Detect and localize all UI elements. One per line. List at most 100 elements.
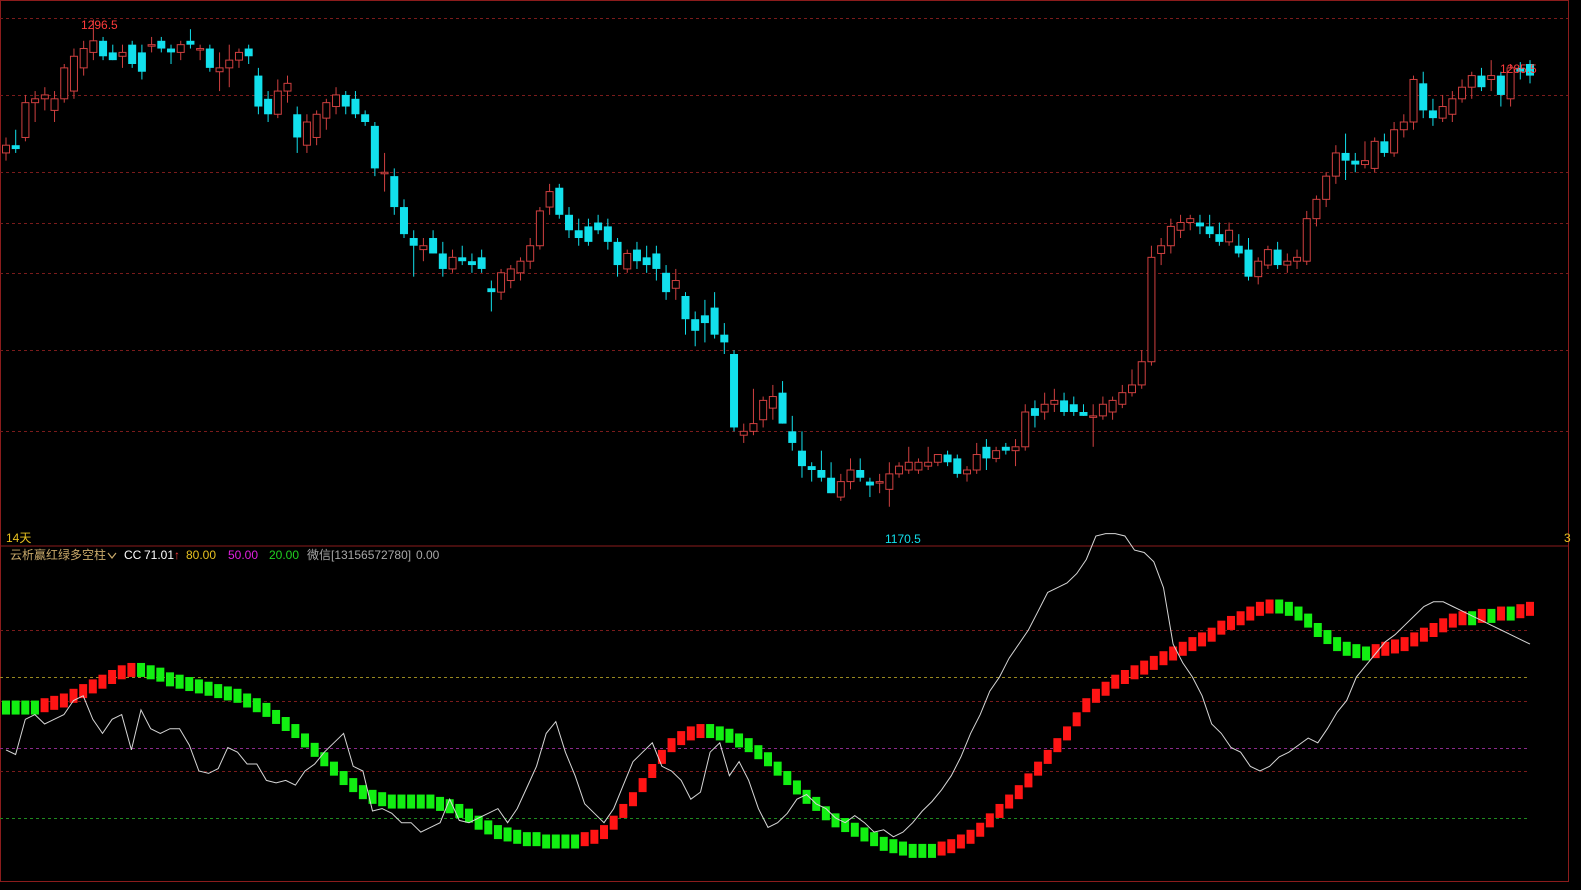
- candle-body: [1360, 160, 1369, 166]
- candle-body: [69, 55, 78, 92]
- candle-body: [79, 48, 88, 69]
- indicator-block-133: [1284, 601, 1293, 616]
- candle-body: [1438, 106, 1447, 119]
- chevron-down-icon[interactable]: [107, 552, 117, 559]
- candle-body: [60, 67, 69, 100]
- indicator-legend: 云析赢红绿多空柱 CC 71.01 ↑ 80.00 50.00 20.00 微信…: [10, 547, 440, 562]
- candle-body: [1166, 225, 1175, 247]
- candle-59: [574, 218, 583, 246]
- candle-body: [467, 261, 476, 266]
- candle-body: [972, 454, 981, 471]
- candle-body: [914, 461, 923, 471]
- candle-body: [768, 396, 777, 409]
- candle-body: [594, 222, 603, 231]
- indicator-block-12: [117, 665, 126, 680]
- candle-0: [2, 137, 10, 161]
- indicator-block-43: [416, 794, 425, 809]
- indicator-block-88: [850, 822, 859, 837]
- indicator-block-1: [11, 700, 20, 715]
- candle-72: [700, 299, 709, 343]
- candle-26: [254, 67, 263, 115]
- candle-132: [1283, 253, 1292, 273]
- candle-body: [399, 207, 408, 235]
- indicator-block-64: [619, 803, 628, 818]
- candle-body: [332, 94, 341, 108]
- indicator-block-101: [976, 822, 985, 837]
- candle-body: [895, 465, 904, 475]
- candle-body: [1108, 399, 1117, 413]
- candle-body: [1186, 218, 1195, 224]
- indicator-block-19: [185, 677, 194, 692]
- indicator-block-66: [638, 778, 647, 793]
- indicator-block-90: [870, 832, 879, 847]
- candle-body: [1390, 129, 1399, 154]
- candle-body: [1467, 75, 1476, 88]
- indicator-block-157: [1516, 604, 1525, 619]
- indicator-block-109: [1053, 738, 1062, 753]
- candle-128: [1244, 238, 1253, 281]
- candle-39: [380, 152, 389, 192]
- candle-66: [642, 245, 651, 273]
- indicator-block-156: [1506, 606, 1515, 621]
- candle-body: [283, 82, 292, 92]
- candle-33: [322, 98, 331, 130]
- indicator-block-16: [156, 667, 165, 682]
- candle-19: [186, 29, 195, 49]
- indicator-block-17: [165, 672, 174, 687]
- candle-body: [118, 51, 127, 57]
- candle-103: [1001, 442, 1010, 455]
- indicator-block-0: [2, 700, 10, 715]
- indicator-block-106: [1024, 773, 1033, 788]
- indicator-block-89: [860, 827, 869, 842]
- candle-body: [429, 238, 438, 254]
- indicator-block-135: [1304, 613, 1313, 628]
- candle-body: [1322, 175, 1331, 200]
- candle-body: [1069, 404, 1078, 412]
- indicator-block-148: [1429, 623, 1438, 637]
- candle-142: [1380, 133, 1389, 157]
- candle-body: [176, 44, 185, 53]
- candle-body: [992, 450, 1001, 459]
- candle-body: [1409, 78, 1418, 123]
- candle-28: [273, 79, 282, 119]
- candle-body: [1448, 98, 1457, 115]
- candle-102: [992, 446, 1001, 463]
- candle-56: [545, 183, 554, 215]
- indicator-name[interactable]: 云析赢红绿多空柱: [10, 547, 106, 562]
- indicator-block-24: [233, 688, 242, 703]
- indicator-block-70: [677, 731, 686, 746]
- indicator-block-134: [1294, 606, 1303, 621]
- candle-body: [409, 238, 418, 246]
- candle-body: [574, 230, 583, 238]
- candle-74: [720, 323, 729, 354]
- candle-body: [1244, 249, 1253, 277]
- candle-6: [60, 64, 69, 103]
- candle-body: [390, 176, 399, 208]
- candle-body: [1380, 141, 1389, 153]
- candle-body: [215, 67, 224, 73]
- candle-70: [681, 292, 690, 335]
- candle-body: [1496, 75, 1505, 95]
- candle-body: [632, 249, 641, 262]
- indicator-block-155: [1497, 606, 1506, 621]
- candle-45: [438, 241, 447, 277]
- candle-body: [691, 319, 700, 331]
- price-high-label: 1296.5: [81, 18, 118, 32]
- candle-88: [856, 458, 865, 482]
- indicator-block-6: [59, 693, 68, 708]
- indicator-block-28: [272, 709, 281, 724]
- candle-34: [332, 87, 341, 115]
- candle-145: [1409, 75, 1418, 130]
- chart-frame: [0, 0, 1569, 882]
- indicator-block-107: [1034, 761, 1043, 776]
- candle-body: [2, 144, 10, 154]
- candle-50: [487, 280, 496, 312]
- candle-body: [1419, 83, 1428, 111]
- candle-body: [1040, 403, 1049, 413]
- indicator-block-138: [1333, 637, 1342, 652]
- indicator-block-137: [1323, 630, 1332, 645]
- cc-value: 71.01: [144, 548, 174, 562]
- indicator-block-130: [1255, 601, 1264, 616]
- candle-body: [778, 392, 787, 424]
- candle-76: [739, 423, 748, 443]
